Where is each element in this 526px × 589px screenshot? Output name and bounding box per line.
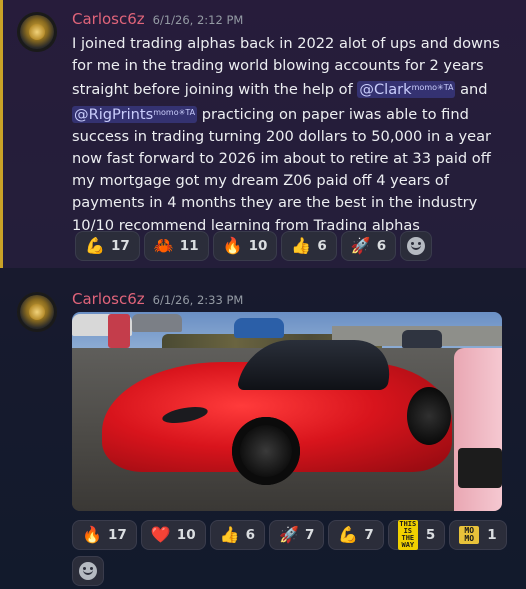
reaction-rocket[interactable]: 🚀 6 (340, 231, 397, 261)
reaction-rocket[interactable]: 🚀 7 (269, 520, 325, 550)
message-2: Carlosc6z 6/1/26, 2:33 PM 🔥 17 ❤️ 10 👍 6 (0, 280, 526, 589)
reaction-count: 10 (248, 238, 268, 254)
background-car (132, 314, 182, 332)
figure-emoji-icon: 🦀 (153, 236, 174, 255)
avatar[interactable] (17, 292, 57, 332)
reaction-count: 5 (425, 527, 436, 543)
reaction-count: 17 (108, 527, 127, 543)
reaction-count: 6 (245, 527, 255, 543)
reaction-count: 1 (487, 527, 497, 543)
pink-bin (454, 348, 502, 511)
mention-rigprints[interactable]: @RigPrintsmomo✳TA (72, 105, 198, 123)
reaction-flexed-biceps[interactable]: 💪 17 (75, 231, 140, 261)
add-reaction-button[interactable] (72, 556, 104, 586)
reaction-this-is-the-way[interactable]: THIS IS THE WAY 5 (387, 520, 446, 550)
image-attachment[interactable] (72, 312, 502, 511)
add-reaction-button[interactable] (400, 231, 433, 261)
message-text-part: and (455, 81, 488, 99)
timestamp: 6/1/26, 2:12 PM (152, 13, 244, 27)
red-heart-icon: ❤️ (150, 525, 171, 544)
reaction-fire[interactable]: 🔥 17 (72, 520, 137, 550)
message-1: Carlosc6z 6/1/26, 2:12 PM I joined tradi… (0, 0, 526, 268)
add-reaction-icon (79, 562, 97, 580)
flexed-biceps-icon: 💪 (338, 525, 359, 544)
thumbs-up-icon: 👍 (291, 236, 312, 255)
username[interactable]: Carlosc6z (72, 10, 145, 28)
mention-name: @RigPrints (74, 105, 154, 123)
message-header: Carlosc6z 6/1/26, 2:12 PM (72, 10, 243, 28)
reaction-bar: 🔥 17 ❤️ 10 👍 6 🚀 7 💪 7 THIS IS THE WAY 5… (72, 520, 512, 586)
reaction-fire[interactable]: 🔥 10 (212, 231, 278, 261)
message-text-part: practicing on paper iwas able to find su… (72, 105, 492, 234)
reaction-figure[interactable]: 🦀 11 (143, 231, 209, 261)
fire-icon: 🔥 (82, 525, 102, 544)
reaction-thumbs-up[interactable]: 👍 6 (281, 231, 337, 261)
mention-name: @Clark (359, 81, 412, 99)
reaction-count: 7 (305, 527, 315, 543)
add-reaction-icon (407, 237, 426, 255)
this-is-the-way-icon: THIS IS THE WAY (397, 520, 418, 550)
username[interactable]: Carlosc6z (72, 290, 145, 308)
reaction-thumbs-up[interactable]: 👍 6 (209, 520, 265, 550)
background-car (234, 318, 284, 338)
reaction-red-heart[interactable]: ❤️ 10 (140, 520, 206, 550)
mention-tag: momo✳TA (411, 83, 454, 93)
reaction-count: 6 (376, 238, 387, 254)
thumbs-up-icon: 👍 (219, 525, 240, 544)
reaction-count: 17 (111, 238, 130, 254)
reaction-count: 11 (179, 238, 199, 254)
background-car (402, 330, 442, 348)
message-header: Carlosc6z 6/1/26, 2:33 PM (72, 290, 243, 308)
flexed-biceps-icon: 💪 (85, 236, 105, 255)
reaction-momo[interactable]: MO MO 1 (449, 520, 507, 550)
fire-icon: 🔥 (222, 236, 243, 255)
mention-clark[interactable]: @Clarkmomo✳TA (357, 81, 456, 99)
message-text: I joined trading alphas back in 2022 alo… (72, 33, 512, 237)
momo-icon: MO MO (459, 526, 480, 544)
mention-tag: momo✳TA (153, 107, 196, 117)
corvette-front-wheel (232, 417, 300, 485)
reaction-count: 6 (317, 238, 327, 254)
corvette-rear-wheel (407, 387, 451, 445)
reaction-bar: 💪 17 🦀 11 🔥 10 👍 6 🚀 6 (75, 231, 515, 261)
rocket-icon: 🚀 (279, 525, 299, 544)
reaction-count: 10 (176, 527, 196, 543)
reaction-flexed-biceps[interactable]: 💪 7 (328, 520, 384, 550)
red-bin (108, 314, 130, 348)
avatar[interactable] (17, 12, 57, 52)
reaction-count: 7 (364, 527, 374, 543)
timestamp: 6/1/26, 2:33 PM (152, 293, 244, 307)
rocket-icon: 🚀 (350, 236, 371, 255)
